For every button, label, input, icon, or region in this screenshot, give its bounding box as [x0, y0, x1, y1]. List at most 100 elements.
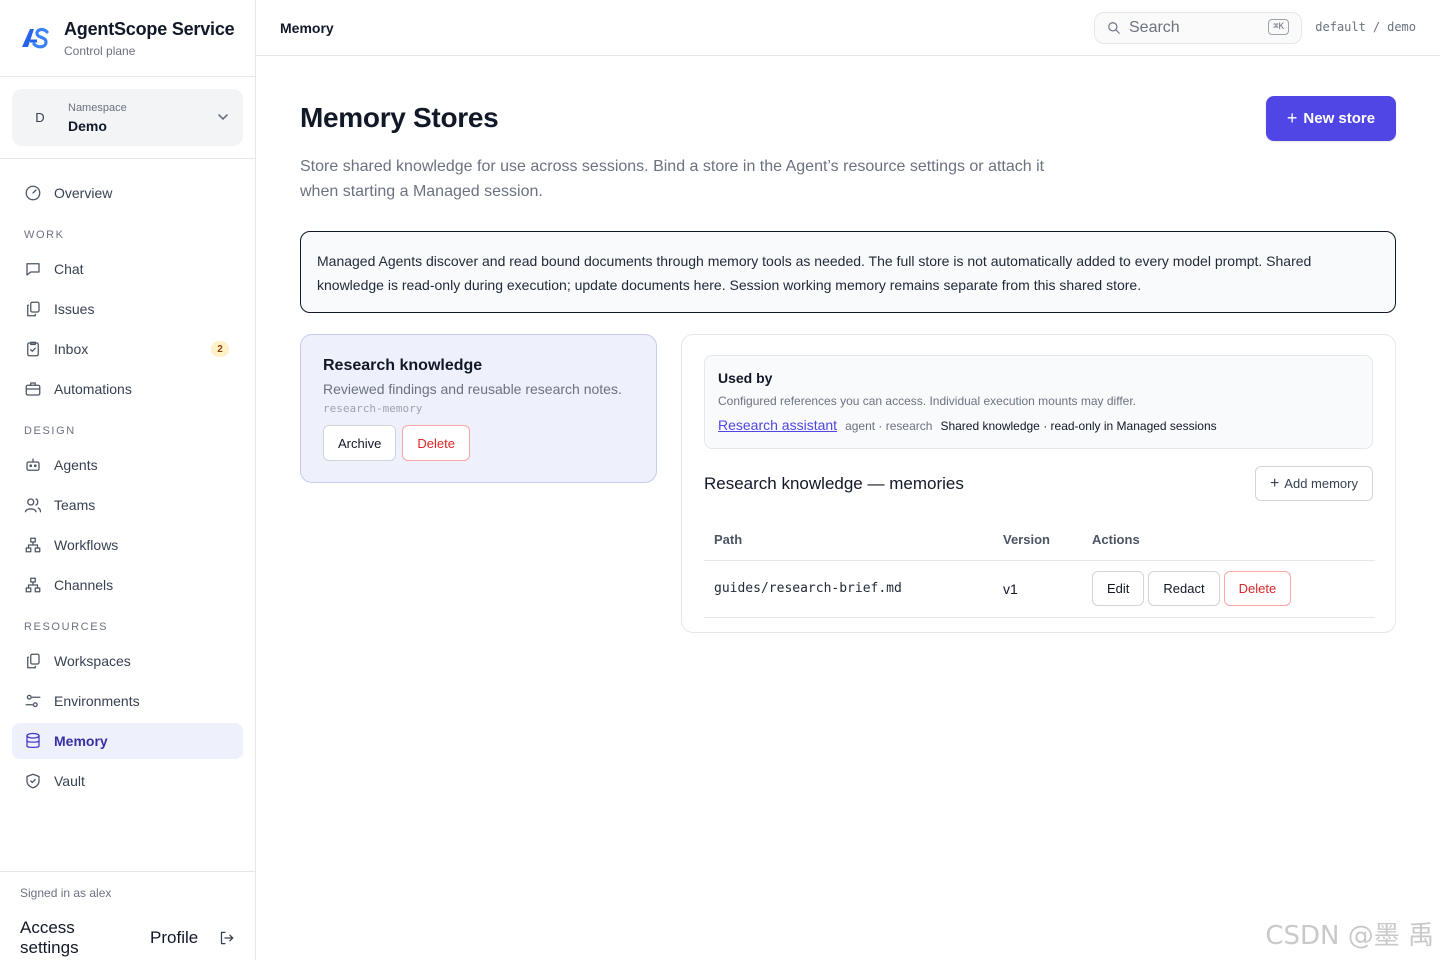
sidebar: AgentScope Service Control plane D Names…: [0, 0, 256, 960]
sidebar-item-label: Issues: [54, 301, 95, 317]
namespace-selector[interactable]: D Namespace Demo: [12, 89, 243, 146]
memory-path: guides/research-brief.md: [704, 560, 993, 618]
clipboard-check-icon: [27, 341, 39, 357]
nav-section-resources: RESOURCES: [24, 621, 109, 633]
sliders-icon: [25, 694, 41, 708]
sidebar-item-label: Environments: [54, 693, 140, 709]
copy-icon: [27, 301, 40, 317]
add-memory-button[interactable]: + Add memory: [1254, 466, 1373, 501]
usage-note: Shared knowledge · read-only in Managed …: [940, 419, 1217, 433]
store-slug: research-memory: [323, 402, 423, 415]
breadcrumb-namespace[interactable]: demo: [1387, 20, 1416, 34]
sidebar-item-channels[interactable]: Channels: [12, 567, 243, 603]
watermark: CSDN @墨 禹: [1265, 921, 1434, 951]
shield-check-icon: [26, 773, 40, 789]
top-header: Memory Search ⌘K default / demo: [256, 0, 1440, 56]
sidebar-item-environments[interactable]: Environments: [12, 683, 243, 719]
bot-icon: [26, 458, 40, 471]
store-name: Research knowledge: [323, 357, 483, 374]
delete-store-button[interactable]: Delete: [402, 425, 470, 461]
column-header-path: Path: [704, 520, 993, 561]
new-store-label: New store: [1303, 110, 1376, 127]
edit-button[interactable]: Edit: [1092, 571, 1145, 606]
sidebar-item-workspaces[interactable]: Workspaces: [12, 643, 243, 679]
plus-icon: +: [1286, 108, 1298, 128]
add-memory-label: Add memory: [1284, 476, 1358, 491]
sidebar-item-issues[interactable]: Issues: [12, 291, 243, 327]
table-row: guides/research-brief.md v1 Edit Redact …: [704, 560, 1375, 618]
search-placeholder: Search: [1129, 19, 1180, 36]
search-input[interactable]: Search ⌘K: [1094, 12, 1302, 44]
agentscope-logo-icon: [22, 27, 49, 49]
sidebar-item-inbox[interactable]: Inbox 2: [12, 331, 243, 367]
sidebar-item-label: Automations: [54, 381, 132, 397]
shortcut-hint: ⌘K: [1268, 19, 1289, 35]
namespace-label: Namespace: [68, 101, 127, 114]
briefcase-icon: [25, 382, 41, 396]
sidebar-item-label: Agents: [54, 457, 98, 473]
brand-title: AgentScope Service: [64, 18, 235, 39]
archive-button[interactable]: Archive: [323, 425, 397, 461]
store-detail-panel: Used by Configured references you can ac…: [681, 334, 1396, 633]
signed-in-text: Signed in as alex: [20, 886, 112, 900]
sidebar-item-memory[interactable]: Memory: [12, 723, 243, 759]
workflow-icon: [25, 537, 41, 553]
memories-title: Research knowledge — memories: [704, 473, 964, 493]
sidebar-item-agents[interactable]: Agents: [12, 447, 243, 483]
copy-icon: [27, 653, 40, 669]
sidebar-nav: Overview WORK Chat Issues Inbox 2 Automa…: [0, 159, 255, 799]
sidebar-item-overview[interactable]: Overview: [12, 175, 243, 211]
sidebar-item-label: Workspaces: [54, 653, 131, 669]
column-header-actions: Actions: [1082, 520, 1375, 561]
nav-section-design: DESIGN: [24, 425, 76, 437]
namespace-avatar: D: [35, 110, 45, 125]
sidebar-item-vault[interactable]: Vault: [12, 763, 243, 799]
access-settings-link[interactable]: Access settings: [20, 918, 130, 958]
page-description: Store shared knowledge for use across se…: [300, 158, 1045, 200]
info-notice: Managed Agents discover and read bound d…: [300, 231, 1396, 313]
sidebar-item-label: Overview: [54, 185, 113, 201]
delete-memory-button[interactable]: Delete: [1223, 571, 1292, 606]
redact-button[interactable]: Redact: [1148, 571, 1220, 606]
sidebar-item-chat[interactable]: Chat: [12, 251, 243, 287]
used-by-panel: Used by Configured references you can ac…: [704, 355, 1373, 449]
sidebar-item-label: Workflows: [54, 537, 119, 553]
inbox-count-badge: 2: [211, 341, 229, 357]
agent-link[interactable]: Research assistant: [718, 417, 837, 433]
sidebar-item-label: Inbox: [54, 341, 89, 357]
main-content: Memory Stores + New store Store shared k…: [300, 96, 1396, 633]
sidebar-footer: Signed in as alex Access settings Profil…: [0, 871, 255, 960]
store-description: Reviewed findings and reusable research …: [323, 381, 622, 397]
agent-kind: agent · research: [845, 419, 933, 433]
users-icon: [24, 498, 42, 513]
search-icon: [1108, 22, 1120, 34]
sidebar-item-label: Teams: [54, 497, 96, 513]
sidebar-item-workflows[interactable]: Workflows: [12, 527, 243, 563]
used-by-subtitle: Configured references you can access. In…: [718, 394, 1137, 408]
used-by-title: Used by: [718, 370, 773, 386]
brand[interactable]: AgentScope Service Control plane: [0, 0, 255, 77]
store-card[interactable]: Research knowledge Reviewed findings and…: [300, 334, 657, 483]
breadcrumb-separator: /: [1372, 20, 1381, 34]
memory-version: v1: [993, 560, 1082, 618]
sidebar-item-label: Vault: [54, 773, 85, 789]
database-icon: [26, 732, 40, 749]
breadcrumb: default / demo: [1315, 20, 1416, 34]
new-store-button[interactable]: + New store: [1266, 96, 1396, 141]
sidebar-item-teams[interactable]: Teams: [12, 487, 243, 523]
page-title: Memory Stores: [300, 102, 499, 133]
sidebar-item-automations[interactable]: Automations: [12, 371, 243, 407]
column-header-version: Version: [993, 520, 1082, 561]
gauge-icon: [25, 185, 41, 201]
network-icon: [25, 577, 41, 593]
namespace-value: Demo: [68, 117, 107, 134]
logout-icon[interactable]: [218, 929, 235, 947]
profile-link[interactable]: Profile: [150, 928, 198, 948]
sidebar-item-label: Channels: [54, 577, 114, 593]
chat-icon: [26, 263, 40, 276]
nav-section-work: WORK: [24, 229, 65, 241]
sidebar-item-label: Memory: [54, 733, 108, 749]
header-title: Memory: [280, 19, 334, 36]
breadcrumb-org[interactable]: default: [1315, 20, 1366, 34]
chevron-down-icon: [218, 114, 228, 121]
